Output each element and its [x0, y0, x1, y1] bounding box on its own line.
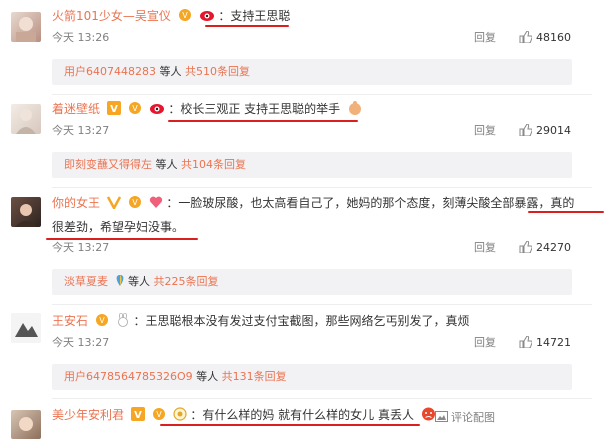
- bunny-icon: [116, 312, 130, 331]
- highlight-underline: [205, 25, 289, 27]
- reply-button[interactable]: 回复: [474, 124, 496, 138]
- like-button[interactable]: 24270: [519, 240, 571, 255]
- like-button[interactable]: 29014: [519, 123, 571, 138]
- thumb-up-icon: [519, 335, 533, 349]
- heart-icon: [149, 195, 163, 213]
- vip-badge-icon: V: [128, 195, 142, 213]
- comment-line-2: 很差劲，希望孕妇没事。: [52, 219, 184, 235]
- reply-button[interactable]: 回复: [474, 336, 496, 350]
- avatar[interactable]: [11, 197, 41, 227]
- vip-badge-icon: V: [95, 313, 109, 331]
- sub-reply-mid: 等人: [156, 65, 185, 78]
- comment-text: ：王思聪根本没有发过支付宝截图，那些网络乞丐别发了，真烦: [133, 314, 470, 328]
- comment-text: ：支持王思聪: [218, 9, 291, 23]
- sub-reply-count[interactable]: 共104条回复: [181, 158, 246, 171]
- svg-text:V: V: [132, 104, 138, 113]
- like-count: 48160: [536, 31, 571, 44]
- comment-text-continued: 很差劲，希望孕妇没事。: [52, 220, 185, 234]
- sub-replies-box[interactable]: 用户6407448283 等人 共510条回复: [52, 59, 572, 85]
- sub-replies-box[interactable]: 即刻变蘸又得得左 等人 共104条回复: [52, 152, 572, 178]
- username[interactable]: 美少年安利君: [52, 408, 124, 422]
- avatar[interactable]: [11, 313, 41, 343]
- reply-button[interactable]: 回复: [474, 31, 496, 45]
- comment-text: ：有什么样的妈 就有什么样的女儿 真丢人: [190, 408, 414, 422]
- comment-image-label: 评论配图: [451, 411, 495, 424]
- like-count: 14721: [536, 336, 571, 349]
- verified-v-icon: [106, 195, 121, 213]
- comment-text: ：校长三观正 支持王思聪的举手: [168, 102, 341, 116]
- sub-replies-box[interactable]: 用户6478564785326O9 等人 共131条回复: [52, 364, 572, 390]
- timestamp: 今天 13:26: [52, 31, 110, 44]
- timestamp: 今天 13:27: [52, 124, 110, 137]
- avatar[interactable]: [11, 410, 41, 439]
- verified-v-icon: V: [106, 101, 121, 119]
- comment-text: ：一脸玻尿酸，也太高看自己了，她妈的那个态度，刻薄尖酸全部暴露，真的: [166, 196, 575, 210]
- highlight-underline: [528, 211, 604, 213]
- like-button[interactable]: 48160: [519, 30, 571, 45]
- reply-button[interactable]: 回复: [474, 241, 496, 255]
- thumb-up-icon: [519, 240, 533, 254]
- divider: [52, 304, 592, 305]
- highlight-underline: [160, 424, 420, 426]
- avatar[interactable]: [11, 12, 41, 42]
- weibo-icon: [199, 8, 215, 26]
- sub-reply-user[interactable]: 即刻变蘸又得得左: [64, 158, 152, 171]
- comment-line: 着迷壁纸 V V ：校长三观正 支持王思聪的举手: [52, 101, 363, 119]
- highlight-underline: [46, 238, 198, 240]
- timestamp: 今天 13:27: [52, 336, 110, 349]
- divider: [52, 187, 592, 188]
- sub-reply-user[interactable]: 淡草夏麦: [64, 275, 108, 288]
- thumb-up-icon: [519, 123, 533, 137]
- vip-badge-icon: V: [152, 407, 166, 425]
- comment-image-link[interactable]: 评论配图: [435, 409, 495, 425]
- svg-text:V: V: [134, 410, 142, 421]
- sub-reply-mid: 等人: [124, 275, 154, 288]
- username[interactable]: 王安石: [52, 314, 88, 328]
- comment-line: 你的女王 V ：一脸玻尿酸，也太高看自己了，她妈的那个态度，刻薄尖酸全部暴露，真…: [52, 195, 574, 213]
- divider: [52, 398, 592, 399]
- thumb-up-icon: [519, 30, 533, 44]
- sub-reply-user[interactable]: 用户6407448283: [64, 65, 156, 78]
- vip-badge-icon: V: [128, 101, 142, 119]
- like-button[interactable]: 14721: [519, 335, 571, 350]
- username[interactable]: 着迷壁纸: [52, 102, 100, 116]
- like-count: 29014: [536, 124, 571, 137]
- comment-line: 火箭101少女—吴宣仪 V ：支持王思聪: [52, 8, 290, 26]
- timestamp: 今天 13:27: [52, 241, 110, 254]
- sub-reply-count[interactable]: 共225条回复: [154, 275, 219, 288]
- balloon-icon: [115, 271, 125, 297]
- sub-replies-box[interactable]: 淡草夏麦 等人 共225条回复: [52, 269, 572, 295]
- weibo-icon: [149, 101, 165, 119]
- svg-text:V: V: [110, 104, 118, 115]
- svg-text:V: V: [132, 198, 138, 207]
- highlight-underline: [168, 120, 358, 122]
- sub-reply-count[interactable]: 共131条回复: [222, 370, 287, 383]
- sub-reply-count[interactable]: 共510条回复: [185, 65, 250, 78]
- comment-line: 美少年安利君 V V ：有什么样的妈 就有什么样的女儿 真丢人: [52, 407, 436, 425]
- svg-text:V: V: [99, 316, 105, 325]
- image-icon: [435, 411, 448, 422]
- raise-hand-emoji-icon: [347, 101, 363, 119]
- svg-text:V: V: [156, 410, 162, 419]
- medal-icon: [172, 407, 187, 425]
- username[interactable]: 火箭101少女—吴宣仪: [52, 9, 171, 23]
- sub-reply-mid: 等人: [192, 370, 222, 383]
- like-count: 24270: [536, 241, 571, 254]
- sub-reply-mid: 等人: [152, 158, 181, 171]
- vip-badge-icon: V: [178, 8, 192, 26]
- verified-v-icon: V: [130, 407, 145, 425]
- svg-text:V: V: [182, 11, 188, 20]
- sub-reply-user[interactable]: 用户6478564785326O9: [64, 370, 193, 383]
- avatar[interactable]: [11, 104, 41, 134]
- comment-line: 王安石 V ：王思聪根本没有发过支付宝截图，那些网络乞丐别发了，真烦: [52, 312, 470, 331]
- divider: [52, 94, 592, 95]
- username[interactable]: 你的女王: [52, 196, 100, 210]
- angry-emoji-icon: [421, 407, 436, 425]
